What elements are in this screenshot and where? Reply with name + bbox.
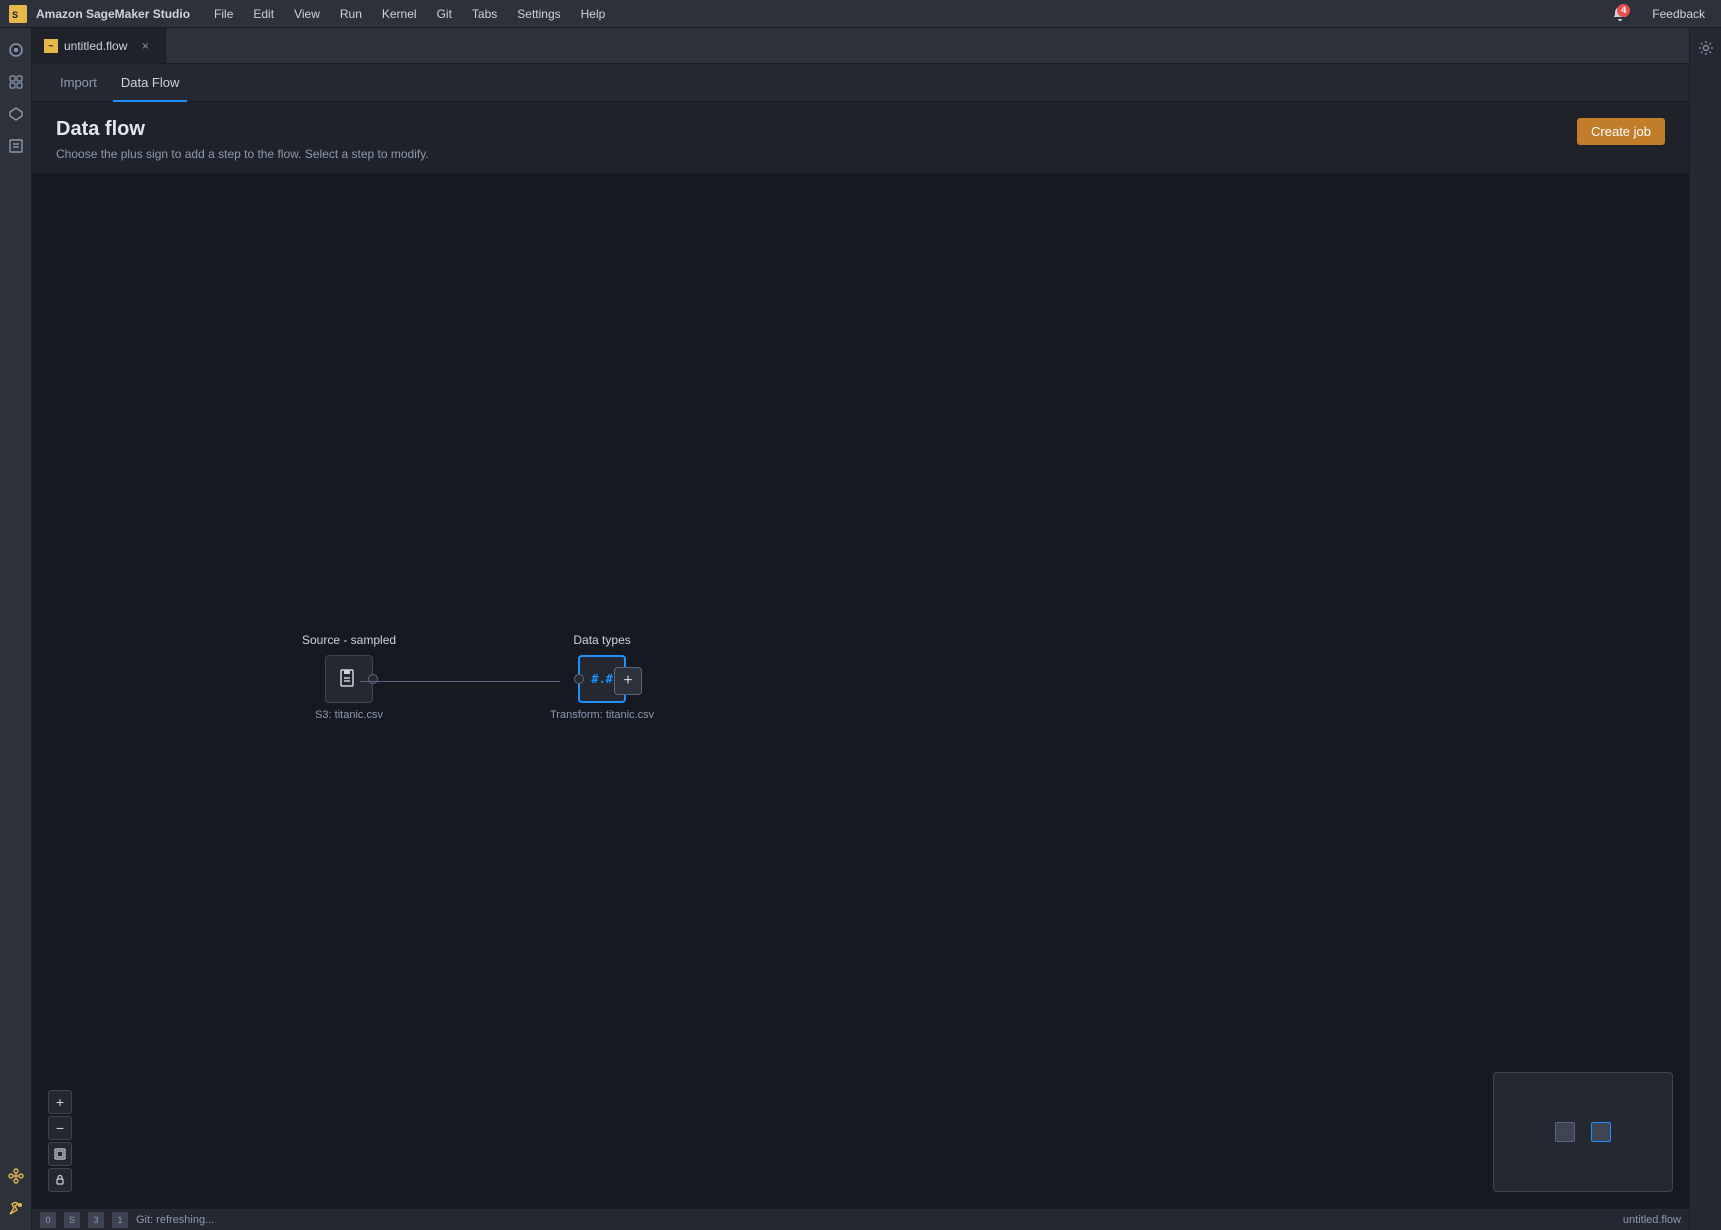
menu-edit[interactable]: Edit [245, 5, 282, 23]
settings-icon-button[interactable] [1694, 36, 1718, 60]
sidebar-icon-files[interactable] [2, 132, 30, 160]
tab-file-icon: ~ [44, 39, 58, 53]
status-bar: 0 S 3 1 Git: refreshing... untitled.flow [32, 1208, 1689, 1230]
status-indicator-1: 1 [112, 1212, 128, 1228]
tab-bar: ~ untitled.flow × [32, 28, 1689, 64]
menu-view[interactable]: View [286, 5, 328, 23]
datatypes-node-label: Data types [573, 633, 630, 647]
menu-run[interactable]: Run [332, 5, 370, 23]
minimap [1493, 1072, 1673, 1192]
sidebar-icon-pipeline[interactable] [2, 1162, 30, 1190]
sidebar-icon-tools[interactable] [2, 1194, 30, 1222]
svg-text:S: S [12, 9, 18, 19]
main-layout: ~ untitled.flow × Import Data Flow Data … [0, 28, 1721, 1230]
menu-tabs[interactable]: Tabs [464, 5, 505, 23]
tab-data-flow[interactable]: Data Flow [113, 65, 188, 102]
status-indicator-3: 3 [88, 1212, 104, 1228]
source-node-box[interactable] [325, 655, 373, 703]
source-node-sublabel: S3: titanic.csv [315, 709, 383, 721]
datatypes-connector-left[interactable] [574, 674, 584, 684]
left-sidebar [0, 28, 32, 1230]
sidebar-icon-experiments[interactable] [2, 100, 30, 128]
source-connector-right[interactable] [368, 674, 378, 684]
feedback-button[interactable]: Feedback [1644, 5, 1713, 23]
git-status-text: Git: refreshing... [136, 1214, 214, 1226]
flow-canvas[interactable]: Source - sampled S3: titanic.csv [32, 173, 1689, 1208]
notification-badge: 4 [1617, 4, 1630, 17]
source-node-label: Source - sampled [302, 633, 396, 647]
notification-bell[interactable]: 4 [1608, 2, 1632, 26]
zoom-controls: + − [48, 1090, 72, 1192]
minimap-node-datatypes [1591, 1122, 1611, 1142]
status-indicator-0: 0 [40, 1212, 56, 1228]
sub-tab-bar: Import Data Flow [32, 64, 1689, 102]
create-job-button[interactable]: Create job [1577, 118, 1665, 145]
datatypes-node-sublabel: Transform: titanic.csv [550, 709, 654, 721]
right-panel [1689, 28, 1721, 1230]
menu-git[interactable]: Git [429, 5, 460, 23]
menu-help[interactable]: Help [573, 5, 614, 23]
app-logo: S [8, 4, 28, 24]
page-header: Data flow Choose the plus sign to add a … [32, 102, 1689, 173]
tab-label: untitled.flow [64, 39, 127, 53]
menu-file[interactable]: File [206, 5, 241, 23]
page-header-left: Data flow Choose the plus sign to add a … [56, 118, 429, 161]
file-tab[interactable]: ~ untitled.flow × [32, 28, 166, 63]
minimap-node-source [1555, 1122, 1575, 1142]
menu-bar: S Amazon SageMaker Studio File Edit View… [0, 0, 1721, 28]
tab-close-button[interactable]: × [137, 38, 153, 54]
sidebar-icon-home[interactable] [2, 36, 30, 64]
flow-node-source: Source - sampled S3: titanic.csv [302, 633, 396, 721]
page-content: Data flow Choose the plus sign to add a … [32, 102, 1689, 1208]
zoom-out-button[interactable]: − [48, 1116, 72, 1140]
page-subtitle: Choose the plus sign to add a step to th… [56, 147, 429, 161]
menu-kernel[interactable]: Kernel [374, 5, 425, 23]
sidebar-icon-source[interactable] [2, 68, 30, 96]
page-title: Data flow [56, 118, 429, 141]
flow-connector-line [360, 681, 560, 682]
app-title: Amazon SageMaker Studio [36, 7, 190, 21]
zoom-fit-button[interactable] [48, 1142, 72, 1166]
menu-settings[interactable]: Settings [509, 5, 568, 23]
zoom-in-button[interactable]: + [48, 1090, 72, 1114]
zoom-lock-button[interactable] [48, 1168, 72, 1192]
status-filename: untitled.flow [1623, 1214, 1681, 1226]
tab-import[interactable]: Import [52, 65, 105, 102]
content-area: ~ untitled.flow × Import Data Flow Data … [32, 28, 1689, 1230]
status-indicator-s: S [64, 1212, 80, 1228]
add-node-button[interactable]: + [614, 667, 642, 695]
